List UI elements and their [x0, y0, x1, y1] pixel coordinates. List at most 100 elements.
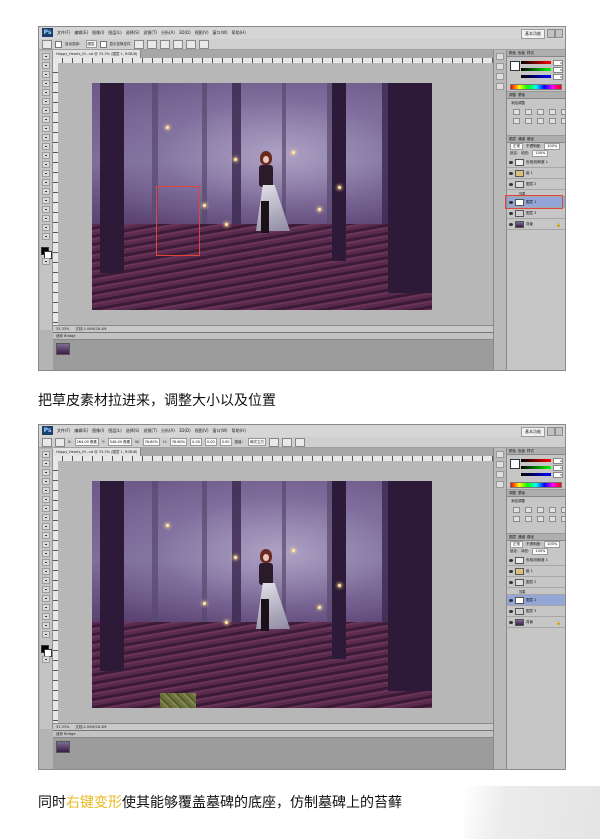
tab-paths[interactable]: 路径 — [527, 534, 534, 540]
blur-tool-icon[interactable] — [42, 559, 50, 566]
eye-icon[interactable] — [509, 211, 513, 215]
document-tab[interactable]: Happy_Hearts_Ri...sd @ 33.3% (图层 1, RGB/… — [53, 448, 142, 456]
healing-tool-icon[interactable] — [42, 505, 50, 512]
minimize-button[interactable] — [547, 29, 555, 38]
red-slider[interactable] — [521, 459, 551, 462]
menu-filter[interactable]: 滤镜(T) — [143, 425, 157, 437]
close-button[interactable] — [555, 29, 563, 38]
cancel-transform-icon[interactable] — [282, 437, 293, 447]
zoom-level[interactable]: 33.33% — [56, 327, 69, 331]
zoom-level[interactable]: 33.33% — [56, 725, 69, 729]
quick-mask-icon[interactable] — [42, 258, 50, 265]
vibrance-icon[interactable] — [561, 507, 565, 513]
menu-layer[interactable]: 图层(L) — [108, 425, 121, 437]
quick-select-tool-icon[interactable] — [42, 80, 50, 87]
auto-select-dropdown[interactable]: 图层 — [85, 40, 97, 48]
layer-row[interactable]: 图层 3 — [507, 208, 565, 219]
mini-bridge-tab[interactable]: 迷你 Bridge — [53, 731, 493, 738]
curves-icon[interactable] — [537, 109, 544, 115]
menu-3d[interactable]: 3D(D) — [179, 425, 191, 437]
eraser-tool-icon[interactable] — [42, 541, 50, 548]
align-right-icon[interactable] — [198, 39, 209, 49]
vibrance-icon[interactable] — [561, 109, 565, 115]
layer-row[interactable]: 组 1 — [507, 566, 565, 577]
type-tool-icon[interactable] — [42, 188, 50, 195]
layer-row[interactable]: 色相/饱和度 1 — [507, 555, 565, 566]
quick-mask-icon[interactable] — [42, 656, 50, 663]
tab-adjustments[interactable]: 调整 — [509, 490, 516, 496]
color-swatch[interactable] — [510, 459, 520, 469]
moss-grass-patch[interactable] — [160, 693, 196, 708]
eye-icon[interactable] — [509, 569, 513, 573]
red-value[interactable]: 0 — [553, 60, 563, 66]
opacity-field[interactable]: 100% — [544, 541, 561, 548]
x-field[interactable]: 264.00 像素 — [74, 438, 99, 446]
photo-filter-icon[interactable] — [549, 118, 556, 124]
layer-row[interactable]: 图层 2 — [507, 577, 565, 588]
blend-mode-dropdown[interactable]: 正常 — [510, 143, 523, 150]
move-tool-icon[interactable] — [42, 451, 50, 458]
tab-channels[interactable]: 通道 — [518, 534, 525, 540]
tab-swatches[interactable]: 色板 — [518, 50, 525, 56]
forest-photo[interactable] — [92, 83, 432, 310]
menu-analysis[interactable]: 分析(A) — [161, 425, 175, 437]
menu-analysis[interactable]: 分析(A) — [161, 27, 175, 39]
actions-icon[interactable] — [496, 461, 504, 468]
tab-styles[interactable]: 样式 — [527, 50, 534, 56]
green-slider[interactable] — [521, 68, 551, 71]
layer-row[interactable]: 色相/饱和度 1 — [507, 157, 565, 168]
layer-row-selected[interactable]: 图层 1 — [507, 595, 565, 606]
healing-tool-icon[interactable] — [42, 107, 50, 114]
curves-icon[interactable] — [537, 507, 544, 513]
eye-icon[interactable] — [509, 222, 513, 226]
commit-transform-icon[interactable] — [295, 437, 306, 447]
marquee-tool-icon[interactable] — [42, 62, 50, 69]
photo-filter-icon[interactable] — [549, 516, 556, 522]
history-icon[interactable] — [496, 451, 504, 458]
levels-icon[interactable] — [525, 109, 532, 115]
menu-help[interactable]: 帮助(H) — [232, 27, 246, 39]
color-spectrum[interactable] — [510, 84, 562, 90]
y-field[interactable]: 548.00 像素 — [107, 438, 133, 446]
h-skew-field[interactable]: 0.00 — [204, 438, 217, 446]
menu-file[interactable]: 文件(F) — [57, 425, 70, 437]
hand-tool-icon[interactable] — [42, 224, 50, 231]
transform-tool-icon[interactable] — [42, 437, 52, 447]
eye-icon[interactable] — [509, 580, 513, 584]
tab-layers[interactable]: 图层 — [509, 136, 516, 142]
brightness-icon[interactable] — [513, 109, 520, 115]
brush-tool-icon[interactable] — [42, 514, 50, 521]
move-tool-icon[interactable] — [42, 39, 52, 49]
hue-saturation-icon[interactable] — [513, 516, 520, 522]
angle-field[interactable]: 0.00 — [190, 438, 202, 446]
blur-tool-icon[interactable] — [42, 161, 50, 168]
color-swatch[interactable] — [510, 61, 520, 71]
canvas-area[interactable] — [58, 461, 493, 723]
tab-color[interactable]: 颜色 — [509, 448, 516, 454]
color-balance-icon[interactable] — [525, 118, 532, 124]
zoom-tool-icon[interactable] — [42, 233, 50, 240]
forest-photo[interactable] — [92, 481, 432, 708]
shape-tool-icon[interactable] — [42, 604, 50, 611]
eye-icon[interactable] — [509, 558, 513, 562]
tab-channels[interactable]: 通道 — [518, 136, 525, 142]
clone-stamp-tool-icon[interactable] — [42, 523, 50, 530]
green-value[interactable]: 0 — [553, 67, 563, 73]
brush-preset-icon[interactable] — [496, 471, 504, 478]
blend-mode-dropdown[interactable]: 正常 — [510, 541, 523, 548]
marquee-tool-icon[interactable] — [42, 460, 50, 467]
menu-edit[interactable]: 编辑(E) — [74, 425, 88, 437]
menu-image[interactable]: 图像(I) — [92, 27, 104, 39]
workspace-switcher[interactable]: 基本功能 — [521, 29, 545, 39]
history-icon[interactable] — [496, 53, 504, 60]
3d-tool-icon[interactable] — [42, 215, 50, 222]
levels-icon[interactable] — [525, 507, 532, 513]
layer-row-selected[interactable]: 图层 1 — [505, 195, 565, 209]
character-icon[interactable] — [496, 481, 504, 488]
tab-paths[interactable]: 路径 — [527, 136, 534, 142]
canvas-area[interactable] — [58, 63, 493, 325]
channel-mixer-icon[interactable] — [561, 118, 565, 124]
crop-tool-icon[interactable] — [42, 487, 50, 494]
tab-color[interactable]: 颜色 — [509, 50, 516, 56]
menu-window[interactable]: 窗口(W) — [213, 27, 228, 39]
